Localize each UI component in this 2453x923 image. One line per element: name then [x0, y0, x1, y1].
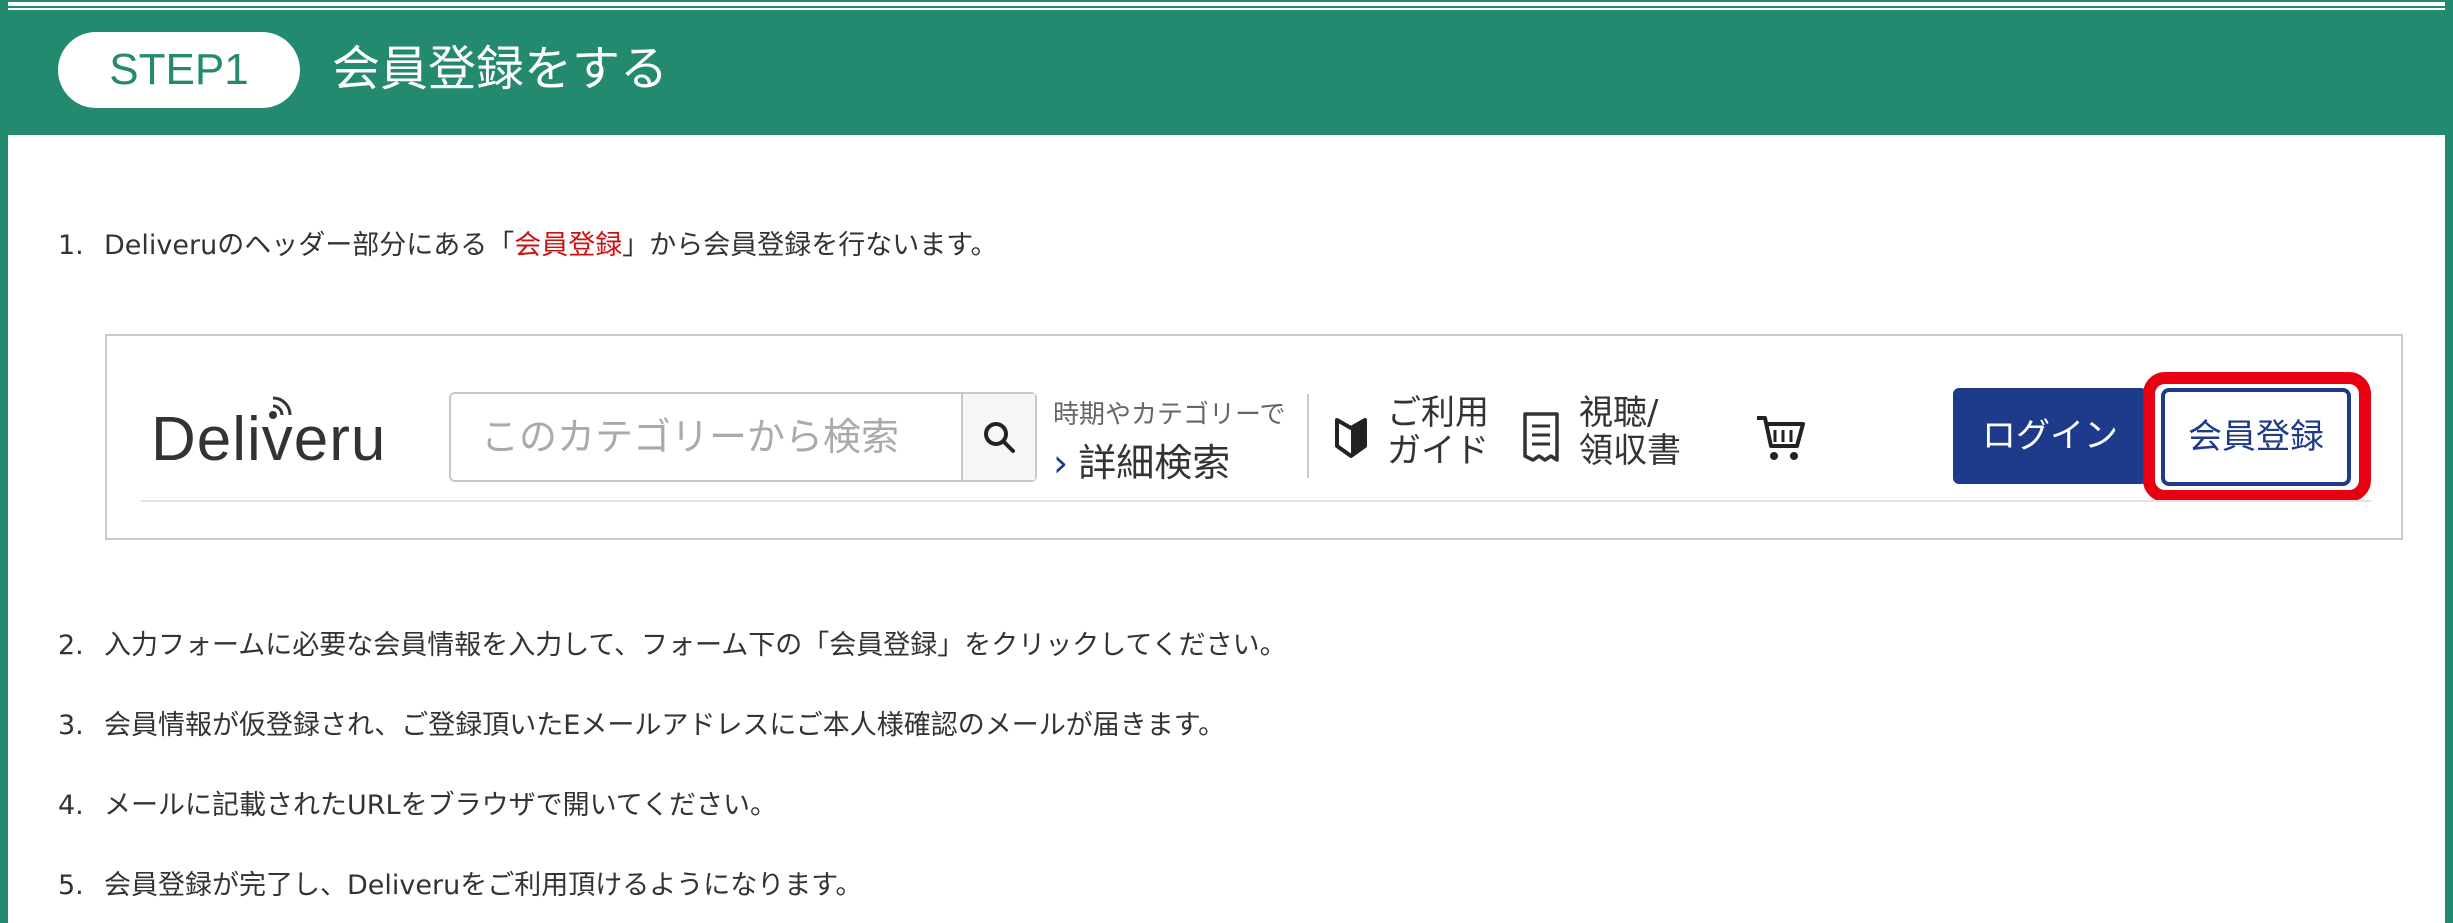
register-button[interactable]: 会員登録	[2161, 388, 2351, 486]
step-text-post: 」から会員登録を行ないます。	[622, 230, 998, 261]
step-text: 入力フォームに必要な会員情報を入力して、フォーム下の「会員登録」をクリックしてく…	[104, 630, 1287, 661]
banner-title: 会員登録をする	[332, 41, 669, 97]
guide-line-2: ガイド	[1387, 431, 1489, 471]
advanced-search-link[interactable]: › 詳細検索	[1053, 432, 1230, 487]
top-rule	[0, 6, 2453, 8]
advanced-search-hint: 時期やカテゴリーで	[1053, 400, 1286, 430]
receipt-line-2: 領収書	[1579, 431, 1681, 471]
search-box	[449, 392, 1037, 482]
step-badge: STEP1	[58, 32, 300, 108]
step-item-3: 3. 会員情報が仮登録され、ご登録頂いたEメールアドレスにご本人様確認のメールが届…	[58, 706, 1225, 746]
step-banner: STEP1 会員登録をする	[0, 10, 2453, 135]
search-icon	[984, 422, 1015, 453]
step-text: メールに記載されたURLをブラウザで開いてください。	[104, 790, 777, 821]
step-text: 会員登録が完了し、Deliveruをご利用頂けるようになります。	[104, 870, 863, 901]
chevron-right-icon: ›	[1053, 441, 1069, 485]
step-number: 3.	[58, 710, 84, 741]
receipt-icon	[1523, 412, 1559, 462]
step-text-highlight: 会員登録	[514, 230, 623, 261]
guide-link[interactable]: ご利用 ガイド	[1387, 394, 1489, 470]
step-item-4: 4. メールに記載されたURLをブラウザで開いてください。	[58, 786, 777, 826]
signal-icon	[269, 396, 292, 419]
step-number: 5.	[58, 870, 84, 901]
step-item-2: 2. 入力フォームに必要な会員情報を入力して、フォーム下の「会員登録」をクリックし…	[58, 626, 1287, 666]
login-button[interactable]: ログイン	[1953, 388, 2147, 484]
step-number: 1.	[58, 230, 84, 261]
step-number: 4.	[58, 790, 84, 821]
cart-icon[interactable]	[1753, 410, 1809, 466]
advanced-search-label: 詳細検索	[1078, 441, 1231, 485]
step-text: 会員情報が仮登録され、ご登録頂いたEメールアドレスにご本人様確認のメールが届きま…	[104, 710, 1226, 741]
search-button[interactable]	[961, 394, 1035, 480]
header-bottom-line	[141, 500, 2371, 502]
receipt-link[interactable]: 視聴/ 領収書	[1579, 394, 1681, 470]
guide-line-1: ご利用	[1387, 393, 1489, 433]
step-number: 2.	[58, 630, 84, 661]
step-item-1: 1. Deliveruのヘッダー部分にある「会員登録」から会員登録を行ないます。	[58, 226, 998, 266]
divider	[1307, 394, 1309, 478]
step-item-5: 5. 会員登録が完了し、Deliveruをご利用頂けるようになります。	[58, 866, 863, 906]
search-input[interactable]	[451, 394, 961, 480]
header-mockup: Deliveru 時期やカテゴリーで ›詳細検索 ご利用 ガイド 視聴/ 領収書	[105, 334, 2403, 540]
step-text-pre: Deliveruのヘッダー部分にある「	[104, 230, 515, 261]
receipt-line-1: 視聴/	[1579, 393, 1659, 433]
beginner-mark-icon	[1335, 418, 1367, 458]
